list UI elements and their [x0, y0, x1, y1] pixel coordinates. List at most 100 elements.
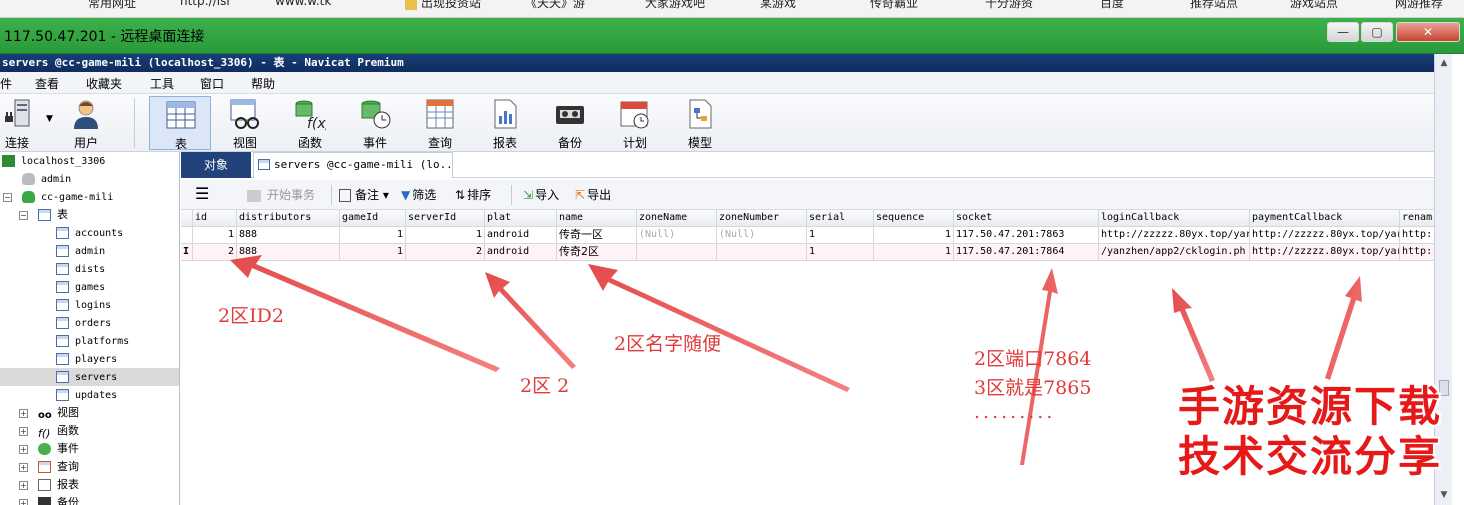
- maximize-button[interactable]: ▢: [1361, 22, 1393, 42]
- grid-cell[interactable]: http://zzzzz.80yx.top/yar: [1099, 227, 1250, 244]
- menu-view[interactable]: 查看: [35, 75, 59, 92]
- column-header[interactable]: id: [193, 210, 237, 227]
- bookmark-item[interactable]: http://lsr: [180, 0, 231, 8]
- row-marker[interactable]: I: [181, 244, 193, 261]
- bookmark-item[interactable]: 出现投资站: [405, 0, 481, 11]
- collapse-icon[interactable]: −: [19, 211, 28, 220]
- tree-table-item[interactable]: accounts: [56, 224, 179, 242]
- bookmark-item[interactable]: 传奇霸业: [870, 0, 918, 11]
- column-header[interactable]: plat: [485, 210, 557, 227]
- bookmark-item[interactable]: 百度: [1100, 0, 1124, 11]
- filter-button[interactable]: ▼ 筛选: [401, 186, 436, 203]
- tree-table-item[interactable]: platforms: [56, 332, 179, 350]
- note-button[interactable]: 备注 ▾: [339, 186, 389, 203]
- menu-tools[interactable]: 工具: [150, 75, 174, 92]
- bookmark-item[interactable]: 常用网址: [88, 0, 136, 11]
- tree-db-cc-game-mili[interactable]: cc-game-mili: [22, 188, 113, 206]
- expand-icon[interactable]: +: [19, 445, 28, 454]
- tree-functions-group[interactable]: f() 函数: [38, 422, 79, 440]
- toolbar-view-button[interactable]: 视图: [214, 96, 276, 150]
- tree-table-item[interactable]: admin: [56, 242, 179, 260]
- grid-cell[interactable]: [637, 244, 717, 261]
- column-header[interactable]: distributors: [237, 210, 340, 227]
- grid-cell[interactable]: http:: [1400, 227, 1434, 244]
- expand-icon[interactable]: +: [19, 499, 28, 505]
- grid-cell[interactable]: 117.50.47.201:7863: [954, 227, 1099, 244]
- column-header[interactable]: serial: [807, 210, 874, 227]
- tree-views-group[interactable]: oo 视图: [38, 404, 79, 422]
- tree-table-item[interactable]: orders: [56, 314, 179, 332]
- grid-cell[interactable]: 1: [406, 227, 485, 244]
- toolbar-report-button[interactable]: 报表: [474, 96, 536, 150]
- menu-icon[interactable]: ☰: [195, 184, 209, 203]
- collapse-icon[interactable]: −: [3, 193, 12, 202]
- scroll-up-icon[interactable]: ▲: [1438, 58, 1450, 70]
- expand-icon[interactable]: +: [19, 481, 28, 490]
- import-button[interactable]: ⇲ 导入: [523, 186, 559, 203]
- bookmark-item[interactable]: www.w.tk: [275, 0, 331, 8]
- menu-help[interactable]: 帮助: [251, 75, 275, 92]
- sort-button[interactable]: ⇅ 排序: [455, 186, 491, 203]
- grid-cell-null[interactable]: (Null): [717, 227, 807, 244]
- toolbar-backup-button[interactable]: 备份: [539, 96, 601, 150]
- tree-db-admin[interactable]: admin: [22, 170, 71, 188]
- tree-tables-group[interactable]: 表: [38, 206, 68, 224]
- grid-cell[interactable]: 1: [874, 244, 954, 261]
- tree-table-item[interactable]: logins: [56, 296, 179, 314]
- tree-backups-group[interactable]: 备份: [38, 494, 79, 505]
- begin-transaction-button[interactable]: 开始事务: [247, 186, 315, 203]
- tab-objects[interactable]: 对象: [181, 152, 251, 178]
- rdp-window-titlebar[interactable]: 117.50.47.201 - 远程桌面连接 — ▢ ✕: [0, 18, 1464, 54]
- menu-file[interactable]: 件: [0, 75, 12, 92]
- toolbar-connection-button[interactable]: 连接: [0, 96, 48, 150]
- grid-cell[interactable]: [717, 244, 807, 261]
- tree-reports-group[interactable]: 报表: [38, 476, 79, 494]
- expand-icon[interactable]: +: [19, 409, 28, 418]
- toolbar-query-button[interactable]: 查询: [409, 96, 471, 150]
- export-button[interactable]: ⇱ 导出: [575, 186, 611, 203]
- column-header[interactable]: zoneNumber: [717, 210, 807, 227]
- toolbar-user-button[interactable]: 用户: [55, 96, 117, 150]
- grid-cell[interactable]: http://zzzzz.80yx.top/yar: [1250, 227, 1400, 244]
- bookmark-item[interactable]: 十分游资: [985, 0, 1033, 11]
- expand-icon[interactable]: +: [19, 427, 28, 436]
- close-button[interactable]: ✕: [1396, 22, 1460, 42]
- toolbar-event-button[interactable]: 事件: [344, 96, 406, 150]
- tab-servers-table[interactable]: servers @cc-game-mili (lo...: [253, 152, 453, 178]
- bookmark-item[interactable]: 某游戏: [760, 0, 796, 11]
- tree-connection[interactable]: localhost_3306: [2, 152, 105, 170]
- grid-cell[interactable]: 传奇2区: [557, 244, 637, 261]
- menu-favorites[interactable]: 收藏夹: [86, 75, 122, 92]
- grid-cell[interactable]: android: [485, 244, 557, 261]
- scroll-down-icon[interactable]: ▼: [1438, 490, 1450, 502]
- bookmark-item[interactable]: 游戏站点: [1290, 0, 1338, 11]
- dropdown-arrow-icon[interactable]: ▼: [46, 114, 53, 124]
- toolbar-table-button[interactable]: 表: [149, 96, 211, 151]
- grid-cell[interactable]: 1: [340, 227, 406, 244]
- grid-cell[interactable]: /yanzhen/app2/cklogin.ph: [1099, 244, 1250, 261]
- bookmark-item[interactable]: 推荐站点: [1190, 0, 1238, 11]
- column-header[interactable]: gameId: [340, 210, 406, 227]
- bookmark-item[interactable]: 网游推荐: [1395, 0, 1443, 11]
- tree-table-item[interactable]: updates: [56, 386, 179, 404]
- toolbar-model-button[interactable]: 模型: [669, 96, 731, 150]
- grid-cell[interactable]: 1: [193, 227, 237, 244]
- grid-cell[interactable]: http://zzzzz.80yx.top/yar: [1250, 244, 1400, 261]
- grid-cell[interactable]: 1: [807, 227, 874, 244]
- grid-cell[interactable]: 1: [807, 244, 874, 261]
- tree-table-item[interactable]: games: [56, 278, 179, 296]
- column-header[interactable]: loginCallback: [1099, 210, 1250, 227]
- column-header[interactable]: paymentCallback: [1250, 210, 1400, 227]
- tree-table-item[interactable]: players: [56, 350, 179, 368]
- grid-cell[interactable]: http:: [1400, 244, 1434, 261]
- menu-window[interactable]: 窗口: [200, 75, 224, 92]
- column-header[interactable]: serverId: [406, 210, 485, 227]
- column-header[interactable]: socket: [954, 210, 1099, 227]
- minimize-button[interactable]: —: [1327, 22, 1359, 42]
- tree-table-item[interactable]: dists: [56, 260, 179, 278]
- grid-cell[interactable]: 888: [237, 227, 340, 244]
- bookmark-item[interactable]: 大家游戏吧: [645, 0, 705, 11]
- toolbar-schedule-button[interactable]: 计划: [604, 96, 666, 150]
- column-header[interactable]: sequence: [874, 210, 954, 227]
- grid-cell[interactable]: 传奇一区: [557, 227, 637, 244]
